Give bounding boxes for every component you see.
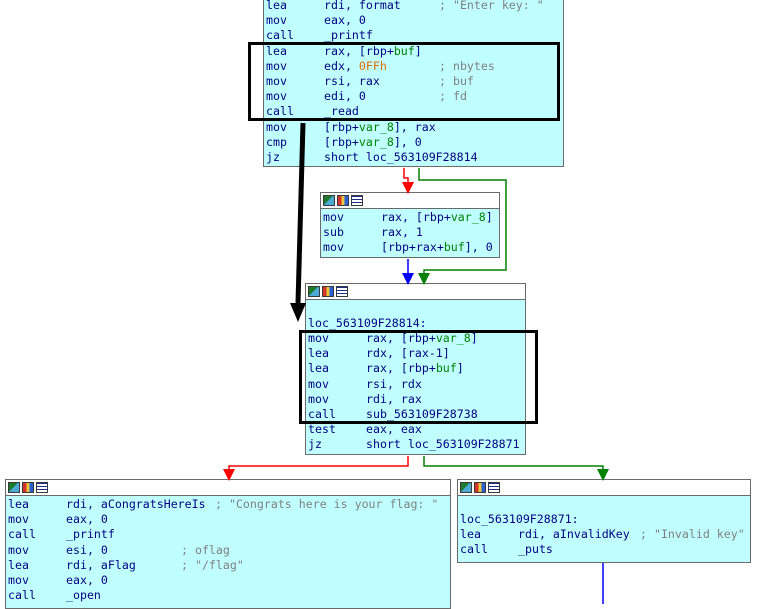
edge-true-to-middle bbox=[402, 168, 414, 194]
edge-false-to-invalid bbox=[423, 456, 609, 481]
edge-true-to-congrats bbox=[223, 456, 409, 481]
edge-false-to-loc814 bbox=[418, 168, 507, 285]
annotation-arrowhead bbox=[290, 303, 306, 322]
graph-edges bbox=[223, 122, 609, 604]
annotation-arrow bbox=[295, 122, 306, 304]
